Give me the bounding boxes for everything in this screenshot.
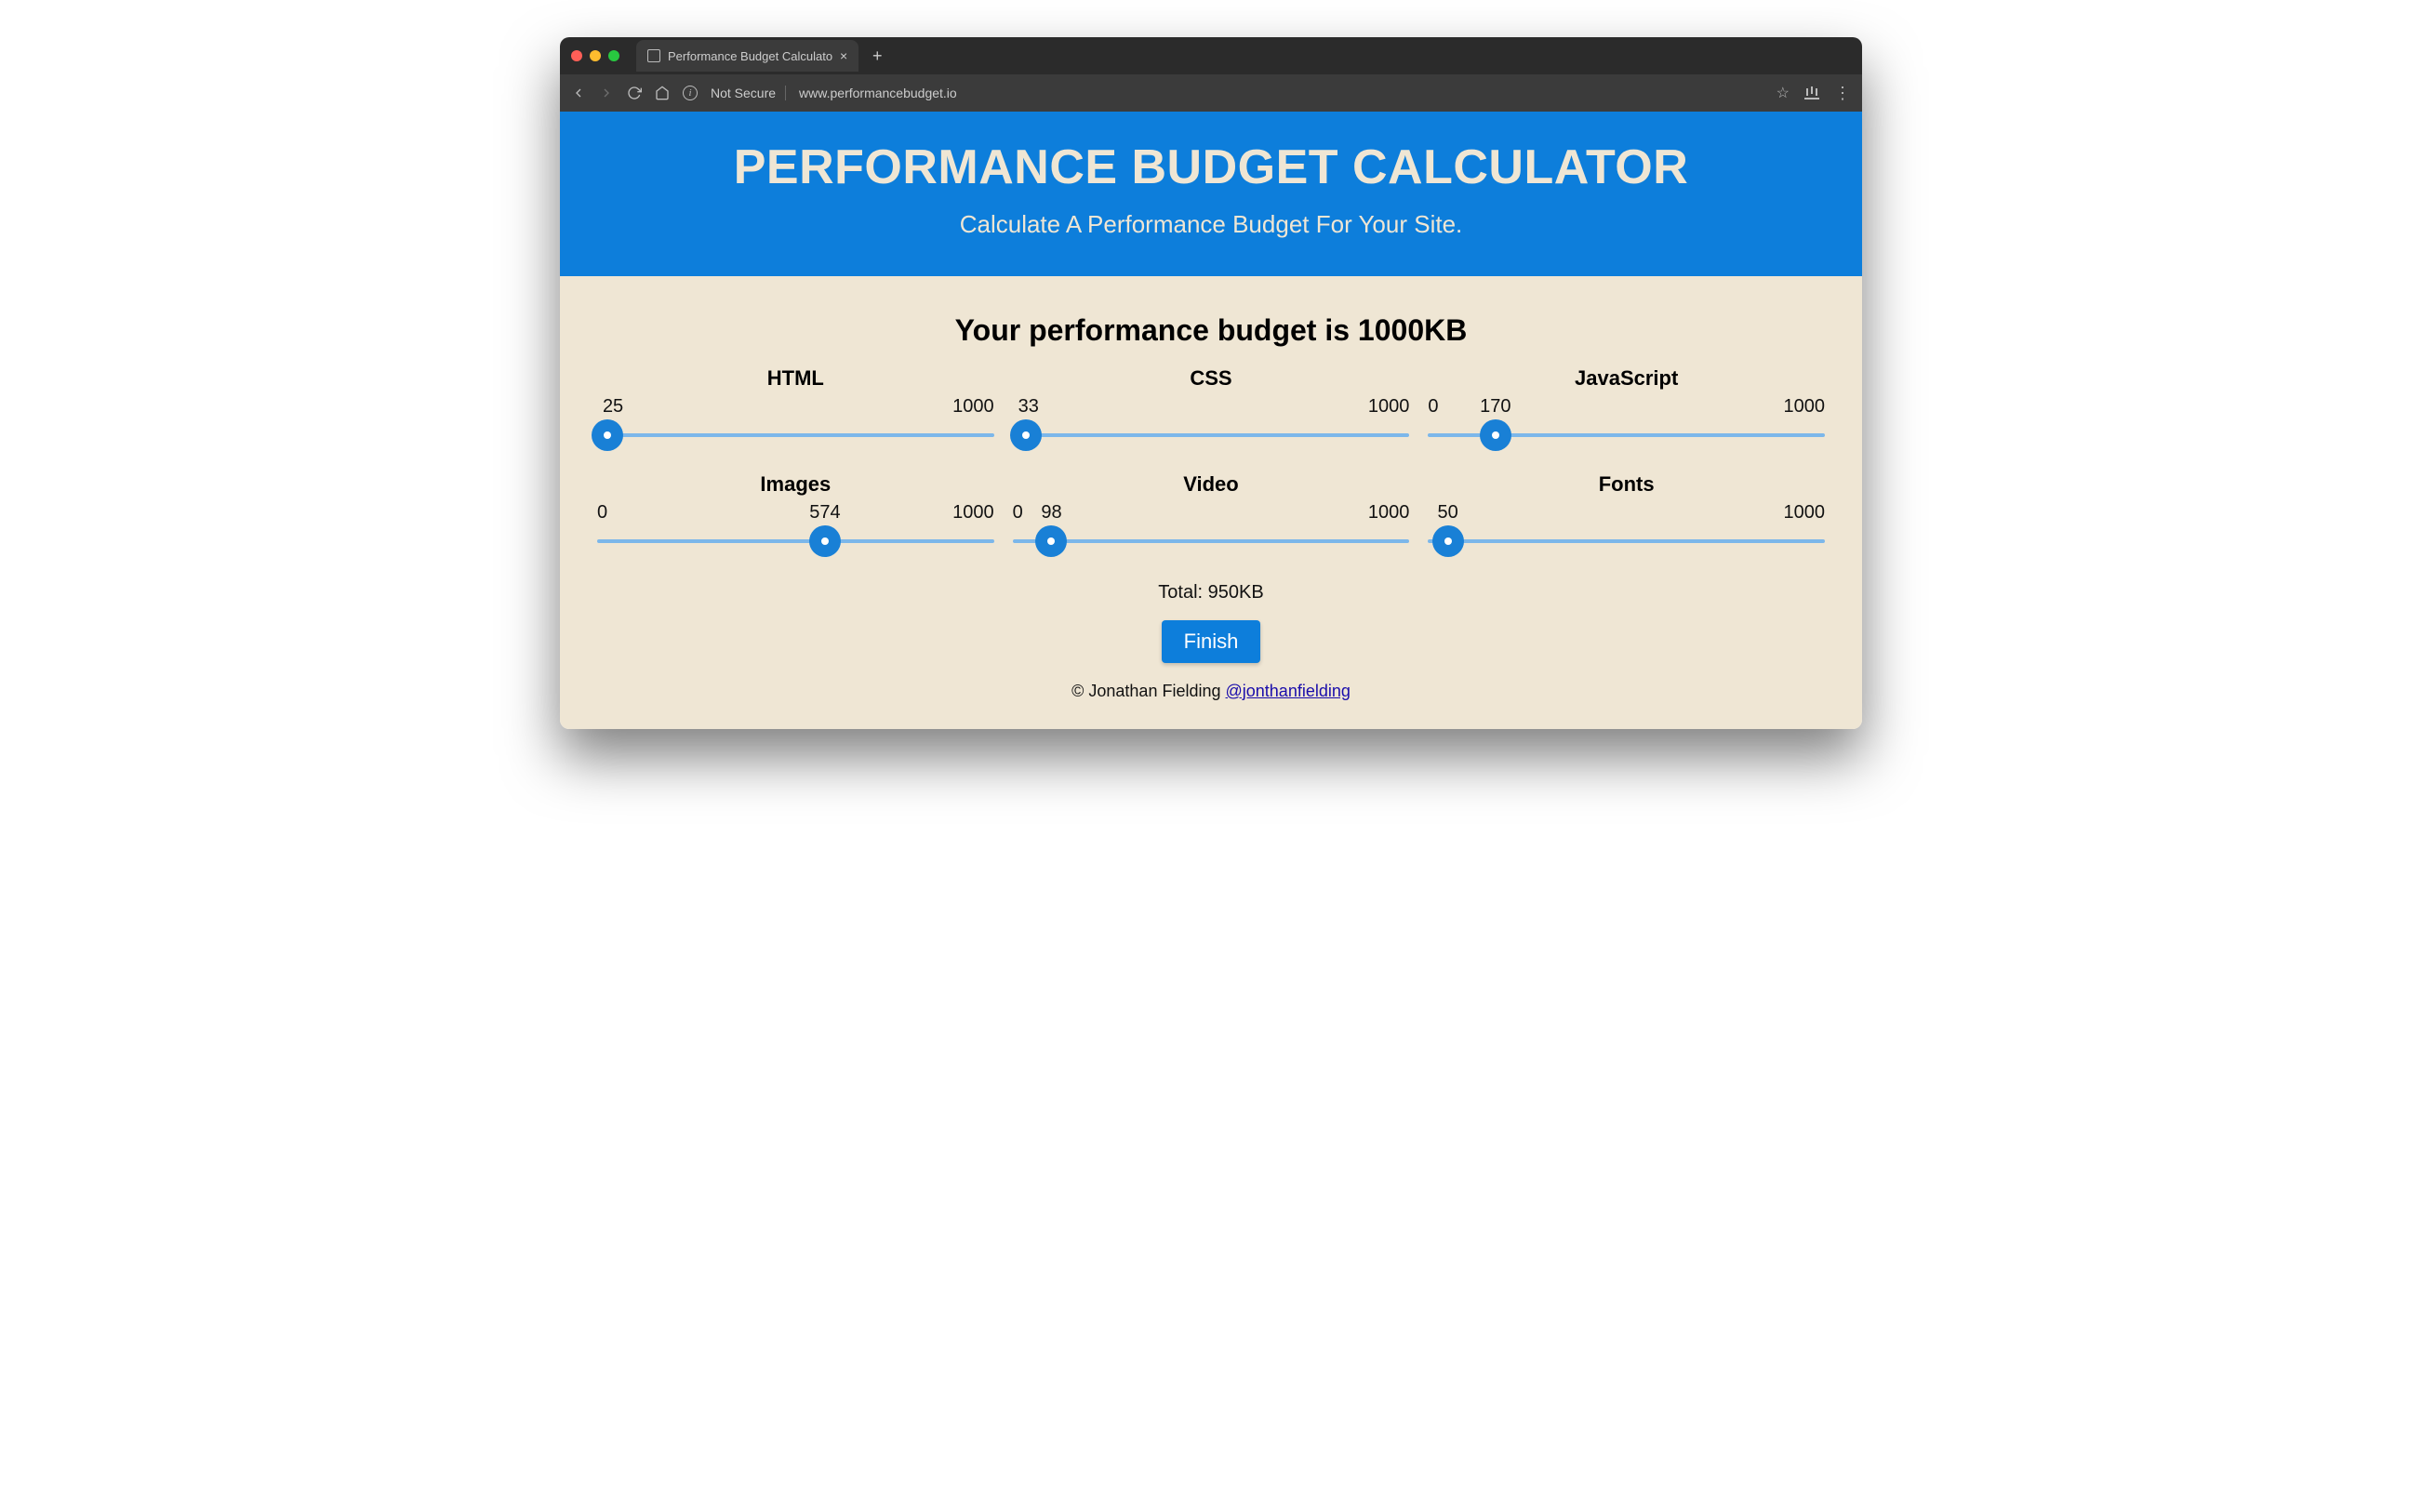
slider-label: Fonts: [1428, 472, 1825, 497]
slider-thumb[interactable]: [1035, 525, 1067, 557]
slider-value: 98: [1041, 502, 1061, 524]
slider-label: JavaScript: [1428, 366, 1825, 391]
page-title: PERFORMANCE BUDGET CALCULATOR: [579, 139, 1843, 195]
extension-icon[interactable]: [1804, 86, 1819, 99]
slider-max: 1000: [952, 396, 994, 418]
total-label: Total: 950KB: [597, 582, 1825, 603]
slider-label: CSS: [1013, 366, 1410, 391]
slider-fonts: Fonts 50 1000: [1428, 472, 1825, 560]
slider-label: HTML: [597, 366, 994, 391]
slider-thumb[interactable]: [1432, 525, 1464, 557]
maximize-window-button[interactable]: [608, 50, 619, 61]
site-info-icon[interactable]: i: [683, 86, 698, 100]
minimize-window-button[interactable]: [590, 50, 601, 61]
slider-min: 0: [1428, 396, 1438, 418]
page-hero: PERFORMANCE BUDGET CALCULATOR Calculate …: [560, 112, 1862, 276]
slider-javascript: JavaScript 0 170 1000: [1428, 366, 1825, 454]
tab-bar: Performance Budget Calculato × +: [560, 37, 1862, 74]
slider-track[interactable]: [597, 523, 994, 560]
slider-values: 50 1000: [1428, 502, 1825, 523]
slider-max: 1000: [1783, 502, 1825, 524]
page-subtitle: Calculate A Performance Budget For Your …: [579, 210, 1843, 239]
slider-track[interactable]: [1013, 523, 1410, 560]
slider-track[interactable]: [1428, 417, 1825, 454]
slider-values: 33 1000: [1013, 396, 1410, 417]
back-button[interactable]: [571, 86, 586, 100]
footer: © Jonathan Fielding @jonthanfielding: [597, 682, 1825, 701]
slider-max: 1000: [1368, 502, 1410, 524]
slider-max: 1000: [1368, 396, 1410, 418]
close-window-button[interactable]: [571, 50, 582, 61]
slider-track[interactable]: [1013, 417, 1410, 454]
slider-value: 170: [1480, 396, 1510, 418]
slider-value: 574: [809, 502, 840, 524]
slider-value: 50: [1438, 502, 1458, 524]
slider-values: 0 170 1000: [1428, 396, 1825, 417]
url-bar: i Not Secure www.performancebudget.io ☆ …: [560, 74, 1862, 112]
slider-thumb[interactable]: [592, 419, 623, 451]
security-label: Not Secure: [711, 86, 786, 100]
window-controls: [571, 50, 619, 61]
bookmark-icon[interactable]: ☆: [1777, 84, 1790, 102]
slider-grid: HTML 25 1000 CSS 33 1000 JavaScript 0 17…: [597, 366, 1825, 560]
slider-track[interactable]: [1428, 523, 1825, 560]
new-tab-button[interactable]: +: [866, 45, 888, 67]
reload-button[interactable]: [627, 86, 642, 100]
slider-label: Video: [1013, 472, 1410, 497]
slider-thumb[interactable]: [1010, 419, 1042, 451]
slider-thumb[interactable]: [809, 525, 841, 557]
browser-tab[interactable]: Performance Budget Calculato ×: [636, 40, 858, 72]
page-icon: [647, 49, 660, 62]
slider-value: 33: [1018, 396, 1039, 418]
slider-values: 25 1000: [597, 396, 994, 417]
url-text[interactable]: www.performancebudget.io: [799, 86, 1763, 100]
tab-title: Performance Budget Calculato: [668, 49, 832, 63]
budget-heading: Your performance budget is 1000KB: [597, 313, 1825, 348]
footer-text: © Jonathan Fielding: [1071, 682, 1225, 700]
slider-css: CSS 33 1000: [1013, 366, 1410, 454]
browser-menu-icon[interactable]: ⋮: [1834, 84, 1851, 103]
slider-max: 1000: [1783, 396, 1825, 418]
close-tab-icon[interactable]: ×: [840, 48, 847, 63]
slider-min: 0: [597, 502, 607, 524]
browser-chrome: Performance Budget Calculato × + i Not S…: [560, 37, 1862, 112]
slider-html: HTML 25 1000: [597, 366, 994, 454]
slider-min: 0: [1013, 502, 1023, 524]
slider-max: 1000: [952, 502, 994, 524]
slider-thumb[interactable]: [1480, 419, 1511, 451]
footer-link[interactable]: @jonthanfielding: [1226, 682, 1351, 700]
slider-value: 25: [603, 396, 623, 418]
slider-video: Video 0 98 1000: [1013, 472, 1410, 560]
main-content: Your performance budget is 1000KB HTML 2…: [560, 276, 1862, 729]
slider-values: 0 574 1000: [597, 502, 994, 523]
home-button[interactable]: [655, 86, 670, 100]
slider-values: 0 98 1000: [1013, 502, 1410, 523]
forward-button[interactable]: [599, 86, 614, 100]
finish-button[interactable]: Finish: [1162, 620, 1261, 663]
browser-window: Performance Budget Calculato × + i Not S…: [560, 37, 1862, 729]
slider-track[interactable]: [597, 417, 994, 454]
slider-label: Images: [597, 472, 994, 497]
slider-images: Images 0 574 1000: [597, 472, 994, 560]
